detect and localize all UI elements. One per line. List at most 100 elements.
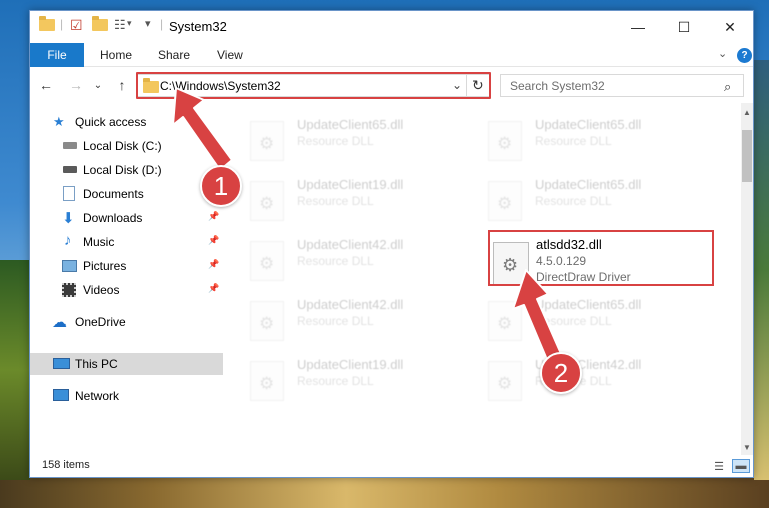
chevron-down-icon[interactable]: ▾ [127,18,132,29]
back-button[interactable]: ← [36,75,56,95]
up-button[interactable]: ↑ [112,75,132,95]
desktop-wallpaper-right [754,60,769,480]
list-item[interactable]: UpdateClient19.dll Resource DLL [250,173,480,223]
sidebar-item-documents[interactable]: Documents 📌 [30,183,223,205]
cloud-icon: ☁ [52,314,67,331]
list-item[interactable]: UpdateClient65.dll Resource DLL [488,173,718,223]
customize-toolbar-icon[interactable]: ▾ [145,17,151,30]
dll-file-icon [488,361,522,401]
sidebar-item-pictures[interactable]: Pictures 📌 [30,255,223,277]
download-icon: ⬇ [62,210,75,227]
file-highlight-box [488,230,714,286]
details-view-icon[interactable]: ☰ [710,459,728,473]
help-icon[interactable]: ? [737,48,752,63]
sidebar-item-network[interactable]: Network [30,385,223,407]
star-icon: ★ [53,114,65,129]
quick-access-toolbar-icon[interactable]: ☷ [114,17,126,33]
sidebar-item-local-disk-d[interactable]: Local Disk (D:) [30,159,223,181]
dll-file-icon [250,181,284,221]
file-name: UpdateClient65.dll [297,117,404,132]
sidebar-item-label: Pictures [83,259,127,273]
properties-icon[interactable]: ☑ [70,17,83,34]
dll-file-icon [250,121,284,161]
sidebar-item-label: Videos [83,283,120,297]
tiles-view-icon[interactable]: ▬ [732,459,750,473]
search-box[interactable]: Search System32 ⌕ [500,74,744,97]
sidebar-item-local-disk-c[interactable]: Local Disk (C:) 📌 [30,135,223,157]
list-item[interactable]: UpdateClient65.dll Resource DLL [250,113,480,163]
file-type: Resource DLL [297,314,374,328]
sidebar-item-this-pc[interactable]: This PC [30,353,223,375]
new-folder-icon[interactable] [92,16,108,31]
dll-file-icon [250,301,284,341]
step-1-badge: 1 [200,165,242,207]
sidebar-item-quick-access[interactable]: ★ Quick access [30,111,223,133]
expand-ribbon-icon[interactable]: ⌄ [718,47,727,60]
pin-icon: 📌 [208,259,220,269]
sidebar-item-downloads[interactable]: ⬇ Downloads 📌 [30,207,223,229]
sidebar-item-label: Music [83,235,115,249]
sidebar-item-label: Local Disk (C:) [83,139,162,153]
network-icon [53,389,69,401]
dll-file-icon [488,301,522,341]
drive-icon [63,166,77,173]
folder-icon [39,16,55,31]
search-icon[interactable]: ⌕ [724,79,731,95]
window-title: System32 [169,19,227,34]
pin-icon: 📌 [208,139,220,149]
sidebar-item-music[interactable]: ♪ Music 📌 [30,231,223,253]
title-bar: | ☑ ☷ ▾ ▾ | System32 — ☐ ✕ [30,11,753,43]
list-item[interactable]: UpdateClient65.dll Resource DLL [488,293,718,343]
pin-icon: 📌 [208,235,220,245]
list-item[interactable]: UpdateClient19.dll Resource DLL [250,353,480,403]
file-name: UpdateClient65.dll [535,177,642,192]
close-button[interactable]: ✕ [707,11,753,43]
file-type: Resource DLL [297,134,374,148]
separator: | [60,17,64,31]
dll-file-icon [250,241,284,281]
sidebar-item-label: OneDrive [75,315,126,329]
list-item[interactable]: UpdateClient65.dll Resource DLL [488,113,718,163]
file-explorer-window: | ☑ ☷ ▾ ▾ | System32 — ☐ ✕ File Home Sha… [29,10,754,478]
dll-file-icon [488,181,522,221]
status-bar: 158 items ☰ ▬ [30,455,753,477]
list-item[interactable]: UpdateClient42.dll Resource DLL [250,233,480,283]
minimize-button[interactable]: — [615,11,661,43]
tab-share[interactable]: Share [158,48,190,62]
scroll-up-icon[interactable]: ▲ [741,105,753,119]
sidebar-item-label: Network [75,389,120,403]
pin-icon: 📌 [208,283,220,293]
file-type: Resource DLL [297,194,374,208]
list-item[interactable]: UpdateClient42.dll Resource DLL [250,293,480,343]
sidebar-item-label: This PC [75,357,118,371]
music-icon: ♪ [64,232,72,249]
scrollbar-thumb[interactable] [742,130,752,182]
scroll-down-icon[interactable]: ▼ [741,440,753,454]
computer-icon [53,358,70,369]
dll-file-icon [250,361,284,401]
pin-icon: 📌 [208,211,220,221]
sidebar-item-label: Documents [83,187,144,201]
drive-icon [63,142,77,149]
maximize-button[interactable]: ☐ [661,11,707,43]
ribbon-tabs: File Home Share View ⌄ ? [30,43,753,67]
file-type: Resource DLL [535,314,612,328]
desktop-wallpaper-bottom [0,478,769,508]
file-name: UpdateClient65.dll [535,117,642,132]
sidebar-item-onedrive[interactable]: ☁ OneDrive [30,311,223,333]
file-name: UpdateClient19.dll [297,357,404,372]
navigation-pane: ★ Quick access Local Disk (C:) 📌 Local D… [30,103,223,453]
list-item[interactable]: UpdateClient42.dll Resource DLL [488,353,718,403]
tab-view[interactable]: View [217,48,243,62]
sidebar-item-videos[interactable]: Videos 📌 [30,279,223,301]
search-input[interactable]: Search System32 [510,79,605,93]
file-type: Resource DLL [535,134,612,148]
vertical-scrollbar[interactable]: ▲ ▼ [741,103,753,455]
forward-button[interactable]: → [66,75,86,95]
file-name: UpdateClient19.dll [297,177,404,192]
tab-home[interactable]: Home [100,48,132,62]
recent-locations-button[interactable]: ⌄ [88,75,108,95]
tab-file[interactable]: File [30,43,84,67]
item-count: 158 items [42,459,90,471]
file-type: Resource DLL [297,254,374,268]
